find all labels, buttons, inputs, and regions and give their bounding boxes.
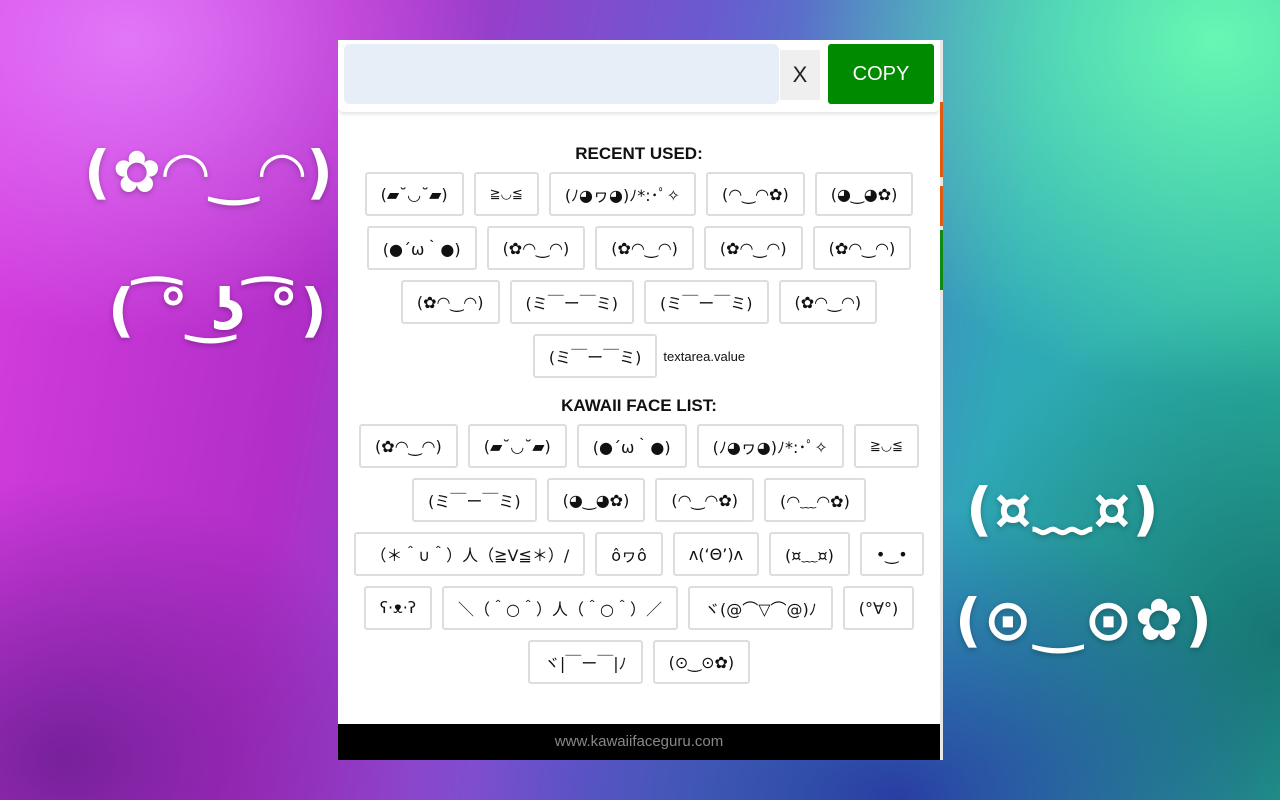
extension-popup: X COPY RECENT USED: (▰˘◡˘▰) ≧◡≦ (ﾉ◕ヮ◕)ﾉ*:･… [338, 40, 940, 760]
debug-note: textarea.value [663, 348, 746, 364]
recent-face-button[interactable]: (✿◠‿◠) [486, 226, 586, 270]
kawaii-face-button[interactable]: (◠﹏◠✿) [764, 478, 866, 522]
clear-button[interactable]: X [780, 50, 820, 100]
kawaii-face-button[interactable]: (●´ω｀●) [576, 424, 687, 468]
recent-face-button[interactable]: (✿◠‿◠) [595, 226, 694, 270]
recent-face-button[interactable]: (✿◠‿◠) [812, 226, 912, 270]
decor-face-flower-smile: (✿◠‿◠) [84, 138, 335, 206]
kawaii-face-button[interactable]: ≧◡≦ [853, 424, 919, 468]
recent-used-heading: RECENT USED: [575, 144, 703, 163]
kawaii-face-list: (✿◠‿◠) (▰˘◡˘▰) (●´ω｀●) (ﾉ◕ヮ◕)ﾉ*:･ﾟ✧ ≧◡≦ (ミ￣ー￣… [338, 424, 940, 684]
recent-used-list: (▰˘◡˘▰) ≧◡≦ (ﾉ◕ヮ◕)ﾉ*:･ﾟ✧ (◠‿◠✿) (◕‿◕✿) (●´ω｀●… [338, 172, 940, 378]
recent-face-button[interactable]: (ミ￣ー￣ミ) [509, 280, 634, 324]
kawaii-face-button[interactable]: (⊙‿⊙✿) [652, 640, 751, 684]
adjacent-window-edge [940, 40, 943, 760]
kawaii-face-button[interactable]: ʌ(‘Θ’)ʌ [672, 532, 760, 576]
kawaii-face-button[interactable]: (ﾉ◕ヮ◕)ﾉ*:･ﾟ✧ [696, 424, 844, 468]
kawaii-face-list-heading: KAWAII FACE LIST: [561, 396, 717, 415]
recent-face-button[interactable]: (✿◠‿◠) [703, 226, 803, 270]
content: RECENT USED: (▰˘◡˘▰) ≧◡≦ (ﾉ◕ヮ◕)ﾉ*:･ﾟ✧ (◠‿◠✿… [338, 144, 940, 684]
kawaii-face-button[interactable]: (ミ￣ー￣ミ) [412, 478, 537, 522]
recent-face-button[interactable]: (▰˘◡˘▰) [364, 172, 464, 216]
edge-segment-green [940, 230, 943, 290]
footer-site-link[interactable]: www.kawaiifaceguru.com [338, 724, 940, 760]
kawaii-face-button[interactable]: ヾ(@⌒▽⌒@)ﾉ [687, 586, 833, 630]
copy-button[interactable]: COPY [828, 44, 934, 104]
kawaii-face-button[interactable]: •‿• [859, 532, 924, 576]
recent-face-button[interactable]: (◠‿◠✿) [706, 172, 805, 216]
decor-face-surprised-flower: (⊙‿⊙✿) [955, 586, 1214, 654]
kawaii-face-button[interactable]: (¤﹏¤) [769, 532, 850, 576]
kawaii-face-button[interactable]: (°∀°) [842, 586, 915, 630]
kawaii-face-button[interactable]: ヾ|￣ー￣|ﾉ [527, 640, 643, 684]
kawaii-face-button[interactable]: （＊＾∪＾）人（≧V≦＊）/ [354, 532, 586, 576]
kawaii-face-button[interactable]: (✿◠‿◠) [359, 424, 458, 468]
recent-face-button[interactable]: (✿◠‿◠) [400, 280, 500, 324]
edge-segment-orange [940, 186, 943, 226]
kawaii-face-button[interactable]: (▰˘◡˘▰) [467, 424, 567, 468]
recent-face-button[interactable]: (●´ω｀●) [366, 226, 477, 270]
kawaii-face-button[interactable]: ôヮô [595, 532, 663, 576]
kaomoji-textbox[interactable] [344, 44, 779, 104]
decor-face-lenny: ( ͡° ͜ʖ ͡°) [108, 276, 329, 344]
kawaii-face-button[interactable]: ＼（＾○＾）人（＾○＾）／ [442, 586, 678, 630]
kawaii-face-button[interactable]: (◕‿◕✿) [546, 478, 646, 522]
recent-face-button[interactable]: (ミ￣ー￣ミ) [644, 280, 769, 324]
recent-face-button[interactable]: (◕‿◕✿) [814, 172, 914, 216]
top-bar: X COPY [338, 40, 940, 112]
recent-face-button[interactable]: (ﾉ◕ヮ◕)ﾉ*:･ﾟ✧ [548, 172, 697, 216]
edge-segment-orange [940, 102, 943, 177]
recent-face-button[interactable]: ≧◡≦ [473, 172, 539, 216]
recent-face-button[interactable]: (✿◠‿◠) [778, 280, 878, 324]
kawaii-face-button[interactable]: ʕ·ᴥ·ʔ [363, 586, 433, 630]
kawaii-face-button[interactable]: (◠‿◠✿) [655, 478, 754, 522]
recent-face-button[interactable]: (ミ￣ー￣ミ) [532, 334, 658, 378]
decor-face-worried: (¤﹏¤) [966, 475, 1161, 543]
